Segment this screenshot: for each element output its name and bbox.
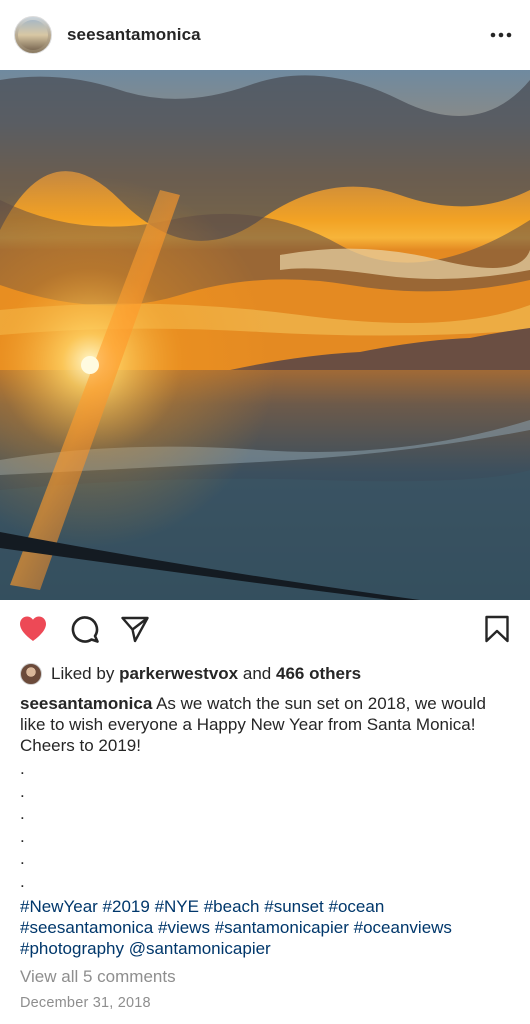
hashtag-link[interactable]: #2019 — [103, 897, 150, 916]
hashtag-link[interactable]: #oceanviews — [354, 918, 452, 937]
action-bar — [0, 600, 530, 658]
hashtag-link[interactable]: #ocean — [329, 897, 385, 916]
caption-dot: . — [20, 781, 25, 801]
hashtag-link[interactable]: #seesantamonica — [20, 918, 153, 937]
hashtag-link[interactable]: #sunset — [264, 897, 324, 916]
caption-dot: . — [20, 871, 25, 891]
hashtags: #NewYear #2019 #NYE #beach #sunset #ocea… — [20, 896, 515, 959]
post-header: seesantamonica — [0, 0, 530, 70]
avatar-image — [18, 20, 48, 50]
caption-dot: . — [20, 849, 25, 868]
caption-dots: . . . . . . — [20, 758, 25, 893]
liker-avatar — [20, 663, 42, 685]
view-all-comments-link[interactable]: View all 5 comments — [20, 967, 176, 987]
hashtag-link[interactable]: #beach — [204, 897, 260, 916]
comment-icon[interactable] — [70, 614, 100, 644]
heart-icon[interactable] — [18, 614, 48, 644]
bookmark-icon[interactable] — [482, 614, 512, 644]
liker-username[interactable]: parkerwestvox — [119, 664, 238, 684]
hashtag-link[interactable]: #NewYear — [20, 897, 98, 916]
likes-prefix: Liked by — [51, 664, 115, 683]
sunset-photo — [0, 70, 530, 600]
caption-dot: . — [20, 804, 25, 823]
caption: seesantamonica As we watch the sun set o… — [20, 693, 510, 756]
hashtag-link[interactable]: #NYE — [155, 897, 199, 916]
caption-dot: . — [20, 826, 25, 846]
likes-middle: and — [242, 664, 272, 683]
ellipsis-icon[interactable] — [488, 24, 514, 46]
post-date: December 31, 2018 — [20, 995, 151, 1011]
hashtag-link[interactable]: #santamonicapier — [215, 918, 349, 937]
hashtag-link[interactable]: #views — [158, 918, 210, 937]
caption-dot: . — [20, 759, 25, 778]
hashtag-link[interactable]: #photography — [20, 939, 124, 958]
caption-username[interactable]: seesantamonica — [20, 694, 152, 713]
post-photo[interactable] — [0, 70, 530, 600]
mention-link[interactable]: @santamonicapier — [129, 939, 271, 958]
post-username[interactable]: seesantamonica — [67, 25, 201, 45]
send-icon[interactable] — [120, 614, 150, 644]
likes-others[interactable]: 466 others — [276, 664, 361, 684]
likes-line: Liked by parkerwestvox and 466 others — [20, 662, 361, 686]
profile-avatar[interactable] — [14, 16, 52, 54]
